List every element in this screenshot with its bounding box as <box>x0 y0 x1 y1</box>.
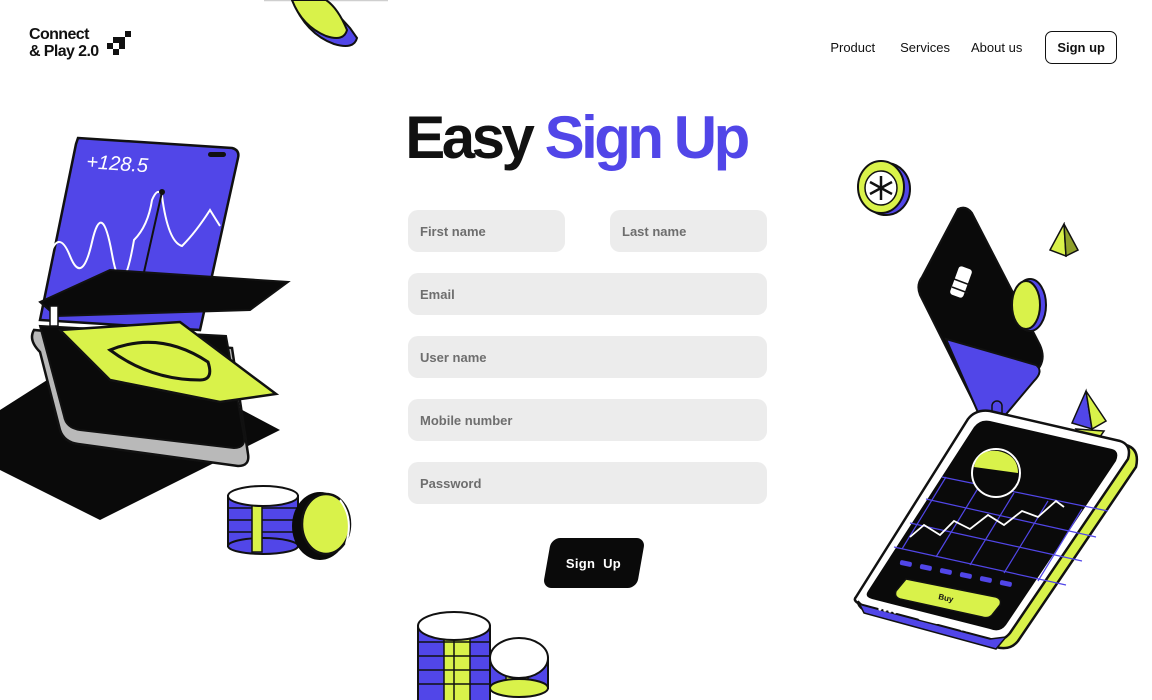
password-input[interactable] <box>408 462 767 504</box>
sign-up-submit-button[interactable]: Sign Up <box>542 538 646 588</box>
brand-line-2: & Play 2.0 <box>29 43 99 60</box>
left-card-value: +128.5 <box>86 151 150 177</box>
email-input[interactable] <box>408 273 767 315</box>
nav-signup-button[interactable]: Sign up <box>1045 31 1117 64</box>
brand-wordmark: Connect & Play 2.0 <box>29 26 99 60</box>
nav-link-services[interactable]: Services <box>900 40 950 55</box>
page-title-accent: Sign Up <box>544 104 751 171</box>
signup-page: Connect & Play 2.0 Product Services Abou… <box>0 0 1152 700</box>
page-title-plain: Easy <box>405 104 535 171</box>
top-coin-illustration <box>264 0 388 47</box>
last-name-input[interactable] <box>610 210 767 252</box>
bottom-coin-stack-illustration <box>417 611 549 700</box>
nav-link-product[interactable]: Product <box>830 40 875 55</box>
mobile-number-input[interactable] <box>408 399 767 441</box>
nav-link-about-us[interactable]: About us <box>971 40 1022 55</box>
top-nav: Product Services About us Sign up <box>830 31 1117 64</box>
first-name-input[interactable] <box>408 210 565 252</box>
coin-stack-illustration <box>227 485 352 560</box>
left-wallet-illustration: +128.5 <box>0 136 291 520</box>
sign-up-submit-label: Sign Up <box>566 555 622 571</box>
username-input[interactable] <box>408 336 767 378</box>
checker-logo-icon <box>106 31 131 55</box>
brand-logo[interactable]: Connect & Play 2.0 <box>29 26 133 60</box>
brand-line-1: Connect <box>29 26 89 43</box>
right-phone-illustration: Buy <box>853 206 1139 650</box>
